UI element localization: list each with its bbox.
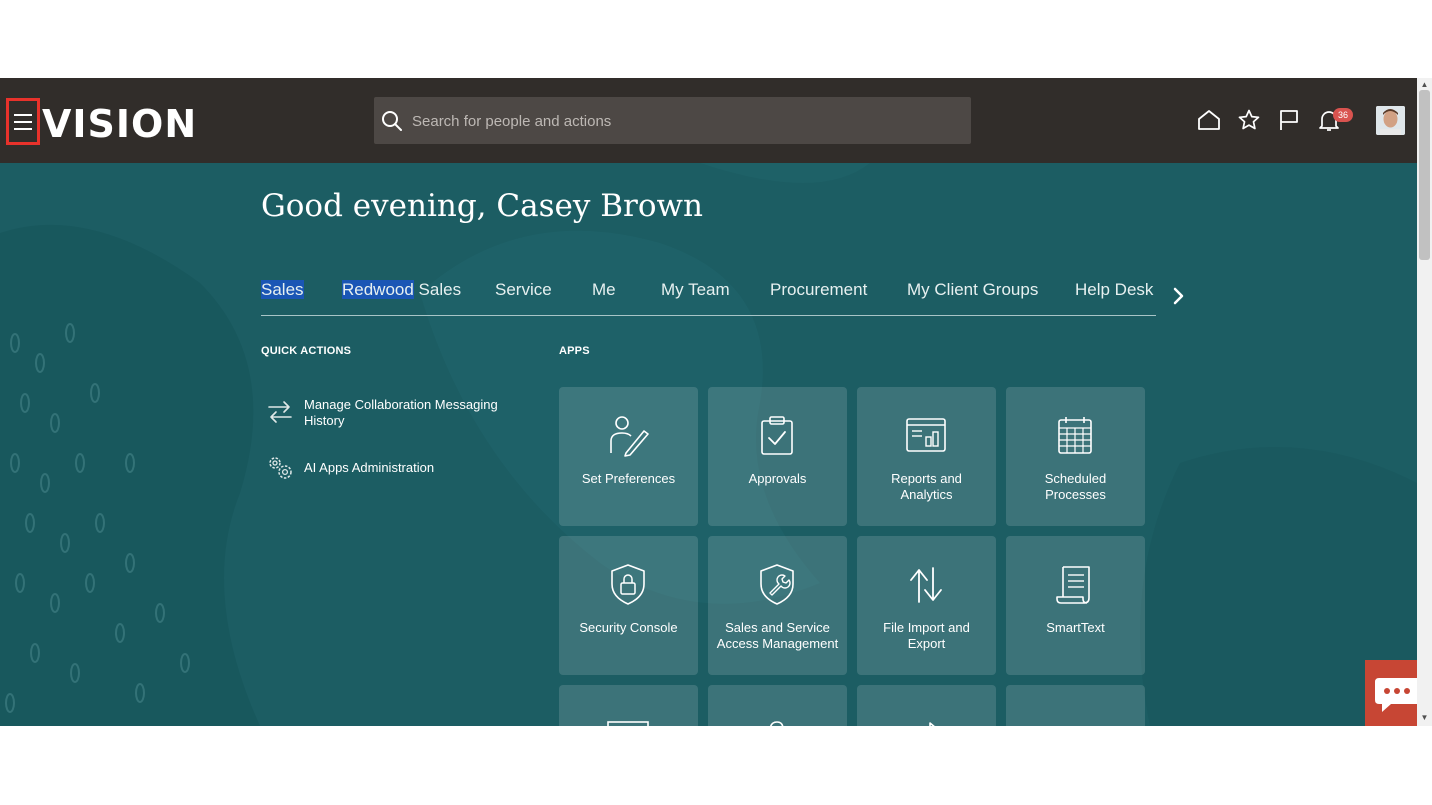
app-icon-partial	[769, 721, 784, 726]
tab-redwood-sales[interactable]: Redwood Sales	[342, 279, 461, 301]
app-tile-partial[interactable]	[857, 685, 996, 726]
app-tile-label: SmartText	[1046, 620, 1105, 635]
quick-action-ai-apps-administration[interactable]: AI Apps Administration	[265, 453, 504, 483]
scroll-down-arrow-icon[interactable]: ▼	[1419, 713, 1430, 723]
apps-title: APPS	[559, 345, 590, 357]
tab-label: Sales	[261, 280, 304, 299]
app-tile-label: Security Console	[579, 620, 678, 635]
app-tile-smarttext[interactable]: SmartText	[1006, 536, 1145, 675]
app-tile-label: Scheduled Processes	[1044, 471, 1107, 502]
scroll-up-arrow-icon[interactable]: ▲	[1419, 80, 1430, 90]
tab-service[interactable]: Service	[495, 279, 552, 301]
chevron-right-icon[interactable]	[1168, 281, 1190, 311]
user-avatar[interactable]	[1376, 106, 1405, 135]
up-down-arrows-icon	[910, 567, 942, 603]
search-icon	[382, 111, 402, 131]
chat-bubble-icon	[1375, 678, 1417, 712]
tab-label-highlight: Redwood	[342, 280, 414, 299]
menu-line-icon	[14, 127, 32, 130]
tab-help-desk[interactable]: Help Desk	[1075, 279, 1153, 301]
app-tile-label: Sales and Service Access Management	[716, 620, 839, 651]
flag-icon[interactable]	[1277, 108, 1301, 132]
tab-label: My Team	[661, 280, 730, 299]
search-bar[interactable]	[374, 97, 971, 146]
home-page-content: Good evening, Casey Brown Sales Redwood …	[0, 163, 1417, 726]
menu-line-icon	[14, 120, 32, 123]
notification-badge: 36	[1333, 108, 1353, 122]
tab-label: Procurement	[770, 280, 868, 299]
shield-wrench-icon	[760, 564, 794, 605]
quick-actions-title: QUICK ACTIONS	[261, 345, 352, 357]
scrollbar-thumb[interactable]	[1419, 90, 1430, 260]
app-tile-partial[interactable]	[708, 685, 847, 726]
app-tile-approvals[interactable]: Approvals	[708, 387, 847, 526]
tab-my-client-groups[interactable]: My Client Groups	[907, 279, 1038, 301]
person-pencil-icon	[610, 416, 649, 457]
app-tile-partial[interactable]	[559, 685, 698, 726]
vision-logo[interactable]: VISION	[42, 100, 197, 148]
quick-action-label: AI Apps Administration	[304, 460, 435, 475]
app-frame: VISION 36	[0, 78, 1417, 726]
app-tile-label: Approvals	[748, 471, 807, 486]
springboard-tabs: Sales Redwood Sales Service Me My Team P…	[261, 279, 1156, 316]
app-tile-set-preferences[interactable]: Set Preferences	[559, 387, 698, 526]
app-icon-partial	[1053, 711, 1097, 726]
tab-label: My Client Groups	[907, 280, 1039, 299]
chat-button[interactable]	[1365, 660, 1417, 726]
home-icon[interactable]	[1197, 108, 1221, 132]
tab-label: Help Desk	[1075, 280, 1154, 299]
gears-icon	[269, 457, 292, 479]
avatar-photo-icon	[1376, 106, 1405, 135]
app-tile-label: File Import and Export	[883, 620, 970, 651]
transfer-arrows-icon	[268, 401, 292, 423]
greeting-heading: Good evening, Casey Brown	[261, 188, 703, 224]
app-tile-file-import-and-export[interactable]: File Import and Export	[857, 536, 996, 675]
app-tile-sales-and-service-access[interactable]: Sales and Service Access Management	[708, 536, 847, 675]
app-tile-label: Set Preferences	[581, 471, 676, 486]
app-tile-scheduled-processes[interactable]: Scheduled Processes	[1006, 387, 1145, 526]
menu-line-icon	[14, 113, 32, 116]
report-chart-icon	[906, 418, 946, 452]
app-tile-security-console[interactable]: Security Console	[559, 536, 698, 675]
app-tile-partial[interactable]	[1006, 685, 1145, 726]
star-icon[interactable]	[1237, 108, 1261, 132]
tab-label: Me	[592, 280, 616, 299]
scroll-document-icon	[1056, 566, 1090, 604]
top-bar: VISION 36	[0, 78, 1417, 163]
app-tile-label: Reports and Analytics	[891, 471, 962, 502]
tab-label: Service	[495, 280, 552, 299]
arrow-right-icon	[929, 722, 935, 726]
shield-lock-icon	[611, 564, 645, 605]
tab-procurement[interactable]: Procurement	[770, 279, 867, 301]
navigator-menu-button[interactable]	[6, 98, 40, 145]
calendar-grid-icon	[1058, 417, 1092, 454]
search-input[interactable]	[410, 97, 954, 146]
app-icon-partial	[607, 721, 649, 726]
app-tile-reports-and-analytics[interactable]: Reports and Analytics	[857, 387, 996, 526]
clipboard-check-icon	[761, 416, 793, 455]
tab-my-team[interactable]: My Team	[661, 279, 730, 301]
tab-sales[interactable]: Sales	[261, 279, 304, 301]
tab-label: Sales	[413, 280, 462, 299]
quick-action-label: Manage Collaboration Messaging History	[304, 397, 498, 428]
quick-action-manage-collaboration[interactable]: Manage Collaboration Messaging History	[265, 397, 504, 429]
tab-me[interactable]: Me	[592, 279, 616, 301]
